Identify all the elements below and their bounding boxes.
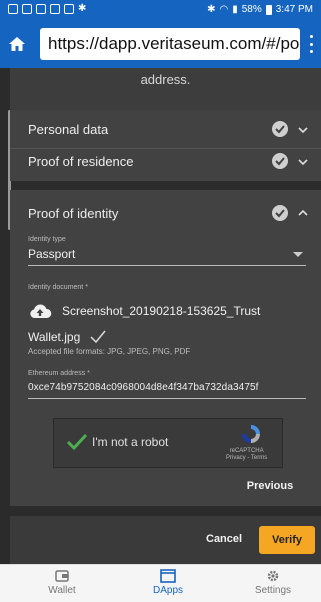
nav-wallet[interactable]: Wallet: [22, 569, 102, 596]
accepted-formats: Accepted file formats: JPG, JPEG, PNG, P…: [28, 347, 191, 356]
notification-icon: [22, 4, 32, 14]
identity-document-label: Identity document *: [28, 284, 88, 291]
uploaded-file-name: Screenshot_20190218-153625_Trust: [62, 304, 261, 318]
section-personal-data[interactable]: Personal data: [10, 110, 321, 148]
recaptcha-widget[interactable]: I'm not a robot reCAPTCHA Privacy - Term…: [53, 418, 283, 468]
ethereum-address-label: Ethereum address *: [28, 370, 90, 377]
cloud-upload-icon[interactable]: [28, 303, 52, 319]
nav-dapps[interactable]: DApps: [128, 569, 208, 596]
check-circle-icon: [272, 205, 288, 221]
section-title: Personal data: [28, 122, 109, 137]
dapps-icon: [160, 569, 176, 583]
dropdown-arrow-icon[interactable]: [293, 252, 303, 258]
battery-icon: [265, 4, 272, 15]
bottom-navigation: Wallet DApps Settings: [0, 564, 321, 602]
wifi-icon: ◠: [219, 4, 229, 15]
input-underline: [28, 398, 306, 399]
asterisk-icon: ✱: [78, 3, 87, 14]
clock: 3:47 PM: [275, 4, 313, 15]
verification-form: address. Personal data Proof of residenc…: [0, 68, 321, 564]
uploaded-file-name-cont: Wallet.jpg: [28, 330, 81, 344]
home-icon[interactable]: [8, 35, 26, 53]
form-actions: Cancel Verify: [10, 516, 321, 564]
previous-section-tail: address.: [10, 68, 321, 110]
recaptcha-logo-icon: [242, 425, 260, 443]
battery-percent: 58%: [241, 4, 262, 15]
chevron-down-icon[interactable]: [297, 124, 309, 136]
recaptcha-links[interactable]: Privacy - Terms: [226, 455, 267, 462]
identity-type-select[interactable]: Passport: [28, 247, 75, 261]
notification-icon: [8, 4, 18, 14]
nav-label: Wallet: [48, 585, 76, 596]
previous-button[interactable]: Previous: [240, 480, 300, 498]
check-circle-icon: [272, 153, 288, 169]
chevron-up-icon[interactable]: [297, 207, 309, 219]
address-text: address.: [140, 72, 191, 87]
check-circle-icon: [272, 121, 288, 137]
system-status: ✱ ◠ ▮ 58% 3:47 PM: [207, 4, 313, 15]
notification-icon: [50, 4, 60, 14]
notification-icon: [36, 4, 46, 14]
section-title: Proof of residence: [28, 154, 134, 169]
notification-icons: ✱: [8, 4, 86, 14]
verify-button[interactable]: Verify: [259, 526, 315, 554]
recaptcha-label: I'm not a robot: [92, 435, 169, 449]
bluetooth-icon: ✱: [207, 4, 216, 15]
cancel-button[interactable]: Cancel: [206, 533, 242, 545]
ethereum-address-input[interactable]: 0xce74b9752084c0968004d8e4f347ba732da347…: [28, 382, 259, 393]
signal-icon: ▮: [232, 4, 238, 15]
section-title: Proof of identity: [28, 206, 119, 221]
recaptcha-brand: reCAPTCHA Privacy - Terms: [226, 448, 267, 462]
nav-label: DApps: [152, 585, 183, 596]
gear-icon: [267, 570, 279, 582]
section-proof-of-residence[interactable]: Proof of residence: [10, 149, 321, 181]
select-underline: [28, 265, 306, 266]
identity-type-label: Identity type: [28, 236, 66, 243]
chevron-down-icon[interactable]: [297, 156, 309, 168]
notification-icon: [64, 4, 74, 14]
wallet-icon: [55, 570, 69, 582]
recaptcha-brand-text: reCAPTCHA: [229, 448, 264, 454]
recaptcha-checkmark-icon[interactable]: [66, 433, 88, 451]
overflow-menu-icon[interactable]: [307, 35, 315, 53]
status-bar: ✱ ✱ ◠ ▮ 58% 3:47 PM: [0, 0, 321, 20]
nav-label: Settings: [254, 585, 292, 596]
browser-toolbar: https://dapp.veritaseum.com/#/por: [0, 20, 321, 68]
check-icon: [90, 330, 106, 344]
url-field[interactable]: https://dapp.veritaseum.com/#/por: [40, 28, 300, 60]
nav-settings[interactable]: Settings: [233, 569, 313, 596]
